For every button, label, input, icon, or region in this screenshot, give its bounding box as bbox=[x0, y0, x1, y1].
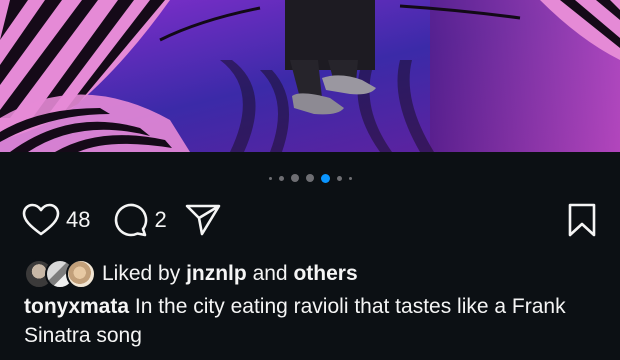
carousel-indicator bbox=[0, 172, 620, 184]
carousel-dot bbox=[268, 176, 272, 180]
like-button[interactable]: 48 bbox=[22, 203, 90, 237]
bookmark-icon bbox=[568, 203, 596, 237]
heart-icon bbox=[22, 203, 60, 236]
instagram-post: 48 2 Liked by jnznlp and others tonyxmat… bbox=[0, 0, 620, 360]
comment-icon bbox=[115, 203, 148, 237]
caption-username[interactable]: tonyxmata bbox=[24, 295, 129, 318]
liked-by-others[interactable]: others bbox=[293, 262, 357, 286]
comment-button[interactable]: 2 bbox=[112, 202, 167, 238]
post-photo[interactable] bbox=[0, 0, 620, 152]
action-bar: 48 2 bbox=[22, 200, 598, 240]
comment-count[interactable]: 2 bbox=[154, 207, 166, 233]
liked-by-username[interactable]: jnznlp bbox=[186, 262, 247, 286]
carousel-dot bbox=[278, 175, 284, 181]
carousel-dot bbox=[305, 174, 314, 182]
carousel-dot bbox=[290, 174, 299, 182]
send-icon bbox=[185, 204, 221, 236]
liked-by-row[interactable]: Liked by jnznlp and others bbox=[24, 259, 358, 289]
carousel-dot bbox=[348, 176, 352, 180]
liked-by-connector: and bbox=[252, 262, 288, 285]
share-button[interactable] bbox=[185, 203, 221, 237]
post-caption: tonyxmata In the city eating ravioli tha… bbox=[24, 292, 584, 350]
avatar[interactable] bbox=[66, 259, 96, 289]
liked-by-prefix: Liked by bbox=[102, 262, 181, 285]
save-button[interactable] bbox=[566, 202, 598, 238]
carousel-dot bbox=[336, 175, 342, 181]
photo-illustration bbox=[0, 0, 620, 152]
liker-avatars[interactable] bbox=[24, 259, 96, 289]
like-count[interactable]: 48 bbox=[66, 207, 90, 233]
carousel-dot-active bbox=[320, 173, 330, 183]
